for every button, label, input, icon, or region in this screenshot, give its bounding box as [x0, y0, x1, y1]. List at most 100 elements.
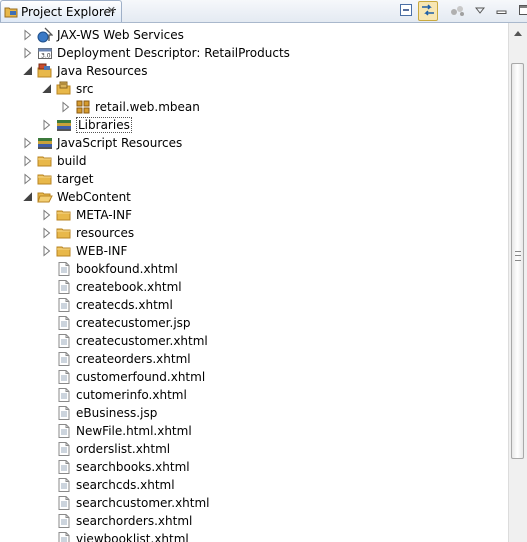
tree-item-label: customerfound.xhtml: [76, 370, 206, 384]
project-explorer-tab[interactable]: Project Explorer ✕: [0, 0, 122, 22]
collapsed-arrow-icon[interactable]: [41, 245, 53, 257]
tree-item[interactable]: target: [0, 170, 508, 188]
collapsed-arrow-icon[interactable]: [41, 209, 53, 221]
expanded-arrow-icon[interactable]: [22, 191, 34, 203]
view-menu-icon: [474, 4, 486, 18]
collapsed-arrow-icon[interactable]: [22, 155, 34, 167]
tree-item-label: build: [57, 154, 87, 168]
file-icon: [56, 297, 72, 313]
view-title: Project Explorer: [21, 4, 116, 19]
tree-item[interactable]: build: [0, 152, 508, 170]
scroll-grip: [515, 251, 521, 261]
tree-item-label: orderslist.xhtml: [76, 442, 171, 456]
tree-item[interactable]: resources: [0, 224, 508, 242]
collapsed-arrow-icon[interactable]: [41, 227, 53, 239]
file-item[interactable]: orderslist.xhtml: [0, 440, 508, 458]
file-item[interactable]: searchcustomer.xhtml: [0, 494, 508, 512]
tree-item-label: Deployment Descriptor: RetailProducts: [57, 46, 290, 60]
libraries-icon: [37, 135, 53, 151]
collapsed-arrow-icon[interactable]: [22, 137, 34, 149]
collapsed-arrow-icon[interactable]: [22, 29, 34, 41]
tree-item-label: WEB-INF: [76, 244, 128, 258]
maximize-button[interactable]: [514, 1, 527, 21]
tree-item[interactable]: 3.0 Deployment Descriptor: RetailProducts: [0, 44, 508, 62]
view-tab-bar: Project Explorer ✕: [0, 0, 527, 23]
link-with-editor-icon: [420, 3, 436, 20]
tree-item-label: JAX-WS Web Services: [57, 28, 184, 42]
close-icon[interactable]: ✕: [107, 5, 116, 17]
chevron-up-icon: [514, 25, 522, 39]
tree-item-label: Libraries: [76, 117, 132, 133]
file-item[interactable]: customerfound.xhtml: [0, 368, 508, 386]
scroll-thumb[interactable]: [511, 63, 524, 459]
file-icon: [56, 405, 72, 421]
source-folder-icon: [56, 81, 72, 97]
folder-icon: [37, 153, 53, 169]
vertical-scrollbar[interactable]: [508, 23, 527, 542]
expanded-arrow-icon[interactable]: [22, 65, 34, 77]
file-icon: [56, 369, 72, 385]
java-resources-icon: [37, 63, 53, 79]
collapse-all-button[interactable]: [396, 1, 416, 21]
file-item[interactable]: searchorders.xhtml: [0, 512, 508, 530]
file-item[interactable]: NewFile.html.xhtml: [0, 422, 508, 440]
tree-item[interactable]: META-INF: [0, 206, 508, 224]
link-with-editor-button[interactable]: [418, 1, 438, 21]
minimize-icon: [496, 4, 508, 18]
collapse-all-icon: [399, 3, 413, 20]
tree-item[interactable]: JAX-WS Web Services: [0, 26, 508, 44]
tree-item[interactable]: Libraries: [0, 116, 508, 134]
file-item[interactable]: cutomerinfo.xhtml: [0, 386, 508, 404]
tree-item-label: searchcustomer.xhtml: [76, 496, 210, 510]
file-item[interactable]: createcds.xhtml: [0, 296, 508, 314]
tree-item[interactable]: WebContent: [0, 188, 508, 206]
tree-item-label: searchcds.xhtml: [76, 478, 175, 492]
tree-item-label: searchbooks.xhtml: [76, 460, 190, 474]
file-icon: [56, 423, 72, 439]
file-item[interactable]: searchbooks.xhtml: [0, 458, 508, 476]
expanded-arrow-icon[interactable]: [41, 83, 53, 95]
file-item[interactable]: viewbooklist.xhtml: [0, 530, 508, 542]
tree-item-label: NewFile.html.xhtml: [76, 424, 192, 438]
file-item[interactable]: createorders.xhtml: [0, 350, 508, 368]
collapsed-arrow-icon[interactable]: [22, 173, 34, 185]
svg-text:3.0: 3.0: [41, 53, 51, 60]
tree-item[interactable]: src: [0, 80, 508, 98]
file-item[interactable]: eBusiness.jsp: [0, 404, 508, 422]
tree-item-label: viewbooklist.xhtml: [76, 532, 189, 542]
tree-item-label: resources: [76, 226, 135, 240]
collapsed-arrow-icon[interactable]: [41, 119, 53, 131]
tree-item-label: createorders.xhtml: [76, 352, 191, 366]
webservice-icon: [37, 27, 54, 43]
collapsed-arrow-icon[interactable]: [60, 101, 72, 113]
tree-item-label: JavaScript Resources: [57, 136, 183, 150]
tree-item[interactable]: WEB-INF: [0, 242, 508, 260]
minimize-button[interactable]: [492, 1, 512, 21]
collapsed-arrow-icon[interactable]: [22, 47, 34, 59]
tree-item-label: retail.web.mbean: [95, 100, 200, 114]
folder-icon: [56, 207, 72, 223]
view-menu-dots-button[interactable]: [448, 1, 468, 21]
view-menu-button[interactable]: [470, 1, 490, 21]
project-tree[interactable]: JAX-WS Web Services 3.0 Deployment Descrip…: [0, 23, 508, 542]
file-icon: [56, 477, 72, 493]
file-icon: [56, 459, 72, 475]
tree-item-label: WebContent: [57, 190, 131, 204]
tree-item-label: createbook.xhtml: [76, 280, 182, 294]
folder-icon: [56, 225, 72, 241]
view-toolbar: [396, 1, 527, 21]
deployment-descriptor-icon: 3.0: [37, 45, 53, 61]
tree-item-label: Java Resources: [57, 64, 148, 78]
file-icon: [56, 315, 72, 331]
file-icon: [56, 351, 72, 367]
file-item[interactable]: searchcds.xhtml: [0, 476, 508, 494]
tree-item[interactable]: JavaScript Resources: [0, 134, 508, 152]
scroll-up-button[interactable]: [509, 23, 527, 40]
file-item[interactable]: createcustomer.jsp: [0, 314, 508, 332]
file-item[interactable]: bookfound.xhtml: [0, 260, 508, 278]
file-item[interactable]: createbook.xhtml: [0, 278, 508, 296]
file-item[interactable]: createcustomer.xhtml: [0, 332, 508, 350]
tree-item[interactable]: Java Resources: [0, 62, 508, 80]
package-icon: [75, 99, 91, 115]
tree-item[interactable]: retail.web.mbean: [0, 98, 508, 116]
